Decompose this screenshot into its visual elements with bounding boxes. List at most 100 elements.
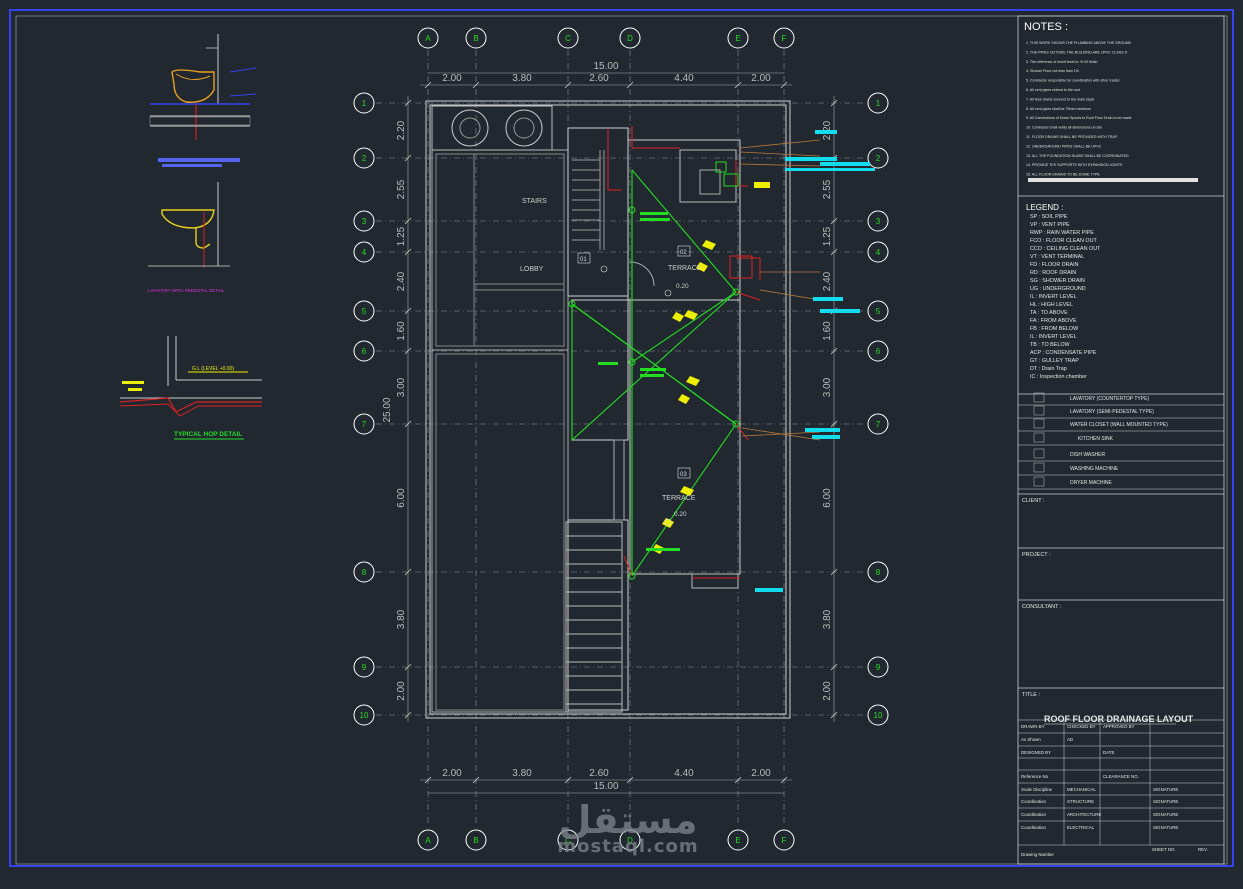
note-item: 4. Shower Floor not less than 1%	[1026, 69, 1080, 73]
legend-item: VT : VENT TERMINAL	[1030, 254, 1084, 260]
fixture-label: KITCHEN SINK	[1078, 436, 1114, 442]
tb-cell: APPROVED BY	[1103, 724, 1135, 729]
dim-value: 6.00	[396, 488, 407, 508]
grid-label-row: 9	[876, 663, 881, 672]
legend-item: FB : FROM BELOW	[1030, 326, 1079, 332]
label-lobby: LOBBY	[520, 266, 544, 273]
fixture-label: DISH WASHER	[1070, 452, 1105, 458]
grid-label-row: 10	[360, 711, 369, 720]
grid-label-row: 3	[362, 217, 367, 226]
legend-item: RD : ROOF DRAIN	[1030, 270, 1076, 276]
fixture-label: WATER CLOSET (WALL MOUNTED TYPE)	[1070, 422, 1168, 428]
fixture-icon	[1033, 476, 1045, 487]
legend-text: LEGEND : SP : SOIL PIPE VP : VENT PIPE RWP …	[1026, 203, 1101, 380]
grid-label-row: 2	[876, 154, 881, 163]
sheet-label: SHEET NO.	[1152, 847, 1176, 852]
drawing-number-label: Drawing Number	[1021, 852, 1054, 857]
fixture-label: WASHING MACHINE	[1070, 466, 1119, 472]
dim-value: 2.00	[442, 768, 462, 779]
grid-label-row: 2	[362, 154, 367, 163]
legend-item: TB : TO BELOW	[1030, 342, 1071, 348]
tb-cell: AD	[1067, 737, 1073, 742]
legend-item: IL : INVERT LEVEL	[1030, 294, 1077, 300]
legend-item: DT : Drain Trap	[1030, 366, 1067, 372]
dim-value: 3.80	[822, 609, 833, 629]
grid-label-row: 7	[876, 420, 881, 429]
legend-item: HL : HIGH LEVEL	[1030, 302, 1073, 308]
note-item: 15. ALL FLOOR DRAINS TO BE DOME TYPE	[1026, 173, 1100, 177]
tb-cell: Coordination	[1021, 812, 1046, 817]
grid-label-col: A	[425, 836, 431, 845]
grid-label-col: E	[735, 34, 740, 43]
legend-item: CCO : CEILING CLEAN OUT	[1030, 246, 1101, 252]
legend-item: SP : SOIL PIPE	[1030, 214, 1068, 220]
dim-value: 2.40	[396, 271, 407, 291]
dim-value: 4.40	[674, 768, 694, 779]
grid-label-row: 10	[874, 711, 883, 720]
dim-value: 3.80	[396, 609, 407, 629]
legend-item: IL : INVERT LEVEL	[1030, 334, 1077, 340]
note-item: 6. All vent pipes extend to the roof	[1026, 88, 1080, 92]
grid-label-col: F	[782, 34, 787, 43]
note-item: 11. FLOOR DRAINS SHALL BE PROVIDED WITH …	[1026, 135, 1118, 139]
dim-value: 4.40	[674, 73, 694, 84]
title-label: TITLE :	[1022, 692, 1041, 698]
grid-label-col: A	[425, 34, 431, 43]
tb-cell: Reference No	[1021, 774, 1049, 779]
drawing-canvas: AABBCCDDEEFF1 12 23 34 45 56 67 78 89 910 1015.002…	[9, 9, 1234, 867]
dim-value: 3.80	[512, 768, 532, 779]
label-terrace-1: TERRACE	[668, 265, 702, 272]
legend-title: LEGEND :	[1026, 203, 1063, 212]
grid-label-row: 8	[876, 568, 881, 577]
fixture-label: LAVATORY (COUNTERTOP TYPE)	[1070, 396, 1149, 402]
tb-cell: As Shown	[1021, 737, 1041, 742]
grid-label-row: 8	[362, 568, 367, 577]
tb-cell: MECHANICAL	[1067, 787, 1096, 792]
tb-cell: SIGNATURE	[1153, 799, 1178, 804]
dim-value: 3.00	[822, 377, 833, 397]
note-item: 2. THE PIPES OUTSIDE THE BUILDING ARE UP…	[1026, 50, 1128, 54]
grid-label-row: 1	[362, 99, 367, 108]
titleblock-table: DRAWN BY CHECKED BY APPROVED BY As Shown AD D…	[1018, 719, 1224, 857]
legend-item: VP : VENT PIPE	[1030, 222, 1070, 228]
level-2: 0.20	[674, 511, 687, 518]
tag-03: 03	[680, 472, 687, 478]
fixture-icon	[1033, 448, 1045, 459]
note-item: 8. All vent pipes shall be 75mm minimum	[1026, 107, 1091, 111]
client-label: CLIENT :	[1022, 498, 1045, 504]
dim-value: 1.60	[396, 321, 407, 341]
tb-cell: SIGNATURE	[1153, 825, 1178, 830]
grid-label-col: D	[627, 34, 633, 43]
rev-label: REV.	[1198, 847, 1208, 852]
legend-item: FA : FROM ABOVE	[1030, 318, 1077, 324]
dim-total: 25.00	[382, 397, 393, 422]
legend-item: SG : SHOWER DRAIN	[1030, 278, 1085, 284]
watermark-latin: mostaql.com	[557, 836, 699, 857]
note-item: 7. All floor drains connect to the main …	[1026, 97, 1095, 101]
grid-label-row: 4	[362, 248, 367, 257]
fixture-schedule: LAVATORY (COUNTERTOP TYPE) LAVATORY (SEMI…	[1018, 392, 1224, 490]
fixture-icon	[1033, 405, 1045, 416]
label-terrace-2: TERRACE	[662, 495, 696, 502]
note-bar	[1028, 178, 1198, 182]
note-item: 13. ALL THE FOUNDATION SLABS SHALL BE CO…	[1026, 154, 1129, 158]
dim-value: 2.00	[822, 681, 833, 701]
grid-label-col: C	[565, 34, 571, 43]
dim-value: 6.00	[822, 488, 833, 508]
tag-01: 01	[580, 257, 587, 263]
watermark-arabic: مستقل	[558, 798, 698, 842]
grid-label-col: E	[735, 836, 740, 845]
tb-cell: DATE	[1103, 750, 1114, 755]
dim-value: 2.40	[822, 271, 833, 291]
dim-value: 2.00	[396, 681, 407, 701]
note-item: 14. PROVIDE TEE SUPPORTS WITH EXPANSION …	[1026, 163, 1123, 167]
fixture-icon	[1033, 432, 1045, 443]
notes-title: NOTES :	[1024, 21, 1068, 33]
building-walls	[425, 100, 791, 719]
tb-cell: SIGNATURE	[1153, 787, 1178, 792]
grid-label-row: 3	[876, 217, 881, 226]
dim-total: 15.00	[593, 61, 618, 72]
leader-lines	[739, 139, 821, 441]
dim-value: 2.55	[822, 179, 833, 199]
notes-panel	[1017, 15, 1225, 865]
